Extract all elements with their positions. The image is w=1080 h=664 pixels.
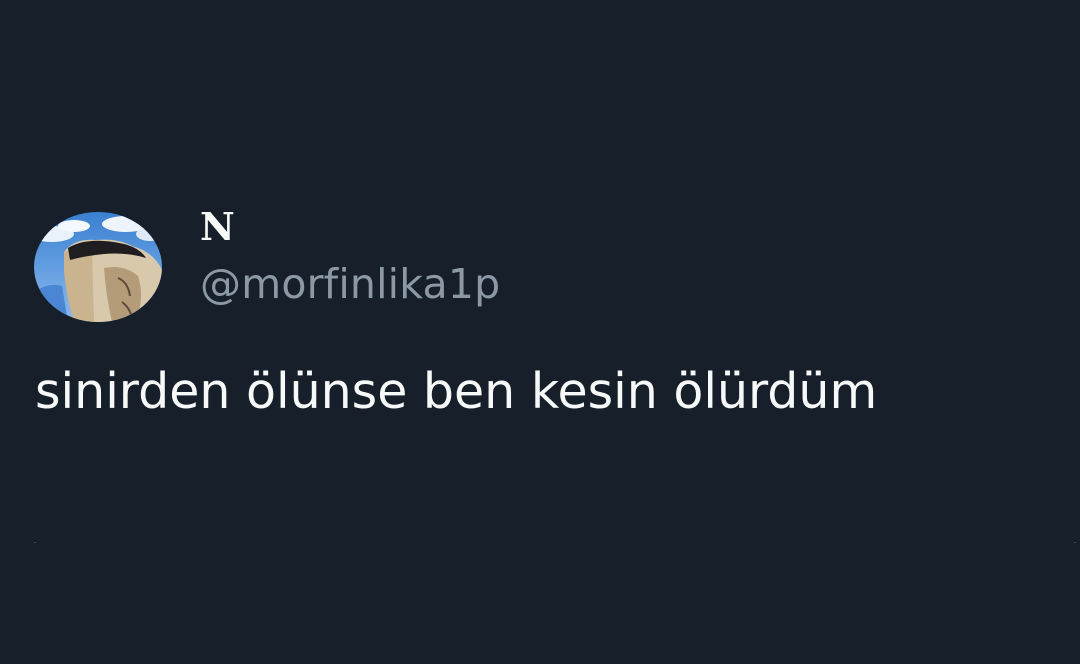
tweet-card: N @morfinlika1p sinirden ölünse ben kesi… [0, 0, 1080, 664]
profile-photo-icon [34, 216, 162, 322]
tweet-text: sinirden ölünse ben kesin ölürdüm [35, 363, 878, 420]
avatar[interactable] [34, 212, 162, 322]
divider-left [34, 542, 36, 543]
user-handle[interactable]: @morfinlika1p [200, 258, 500, 310]
divider-right [1074, 542, 1076, 543]
display-name[interactable]: N [200, 204, 235, 250]
